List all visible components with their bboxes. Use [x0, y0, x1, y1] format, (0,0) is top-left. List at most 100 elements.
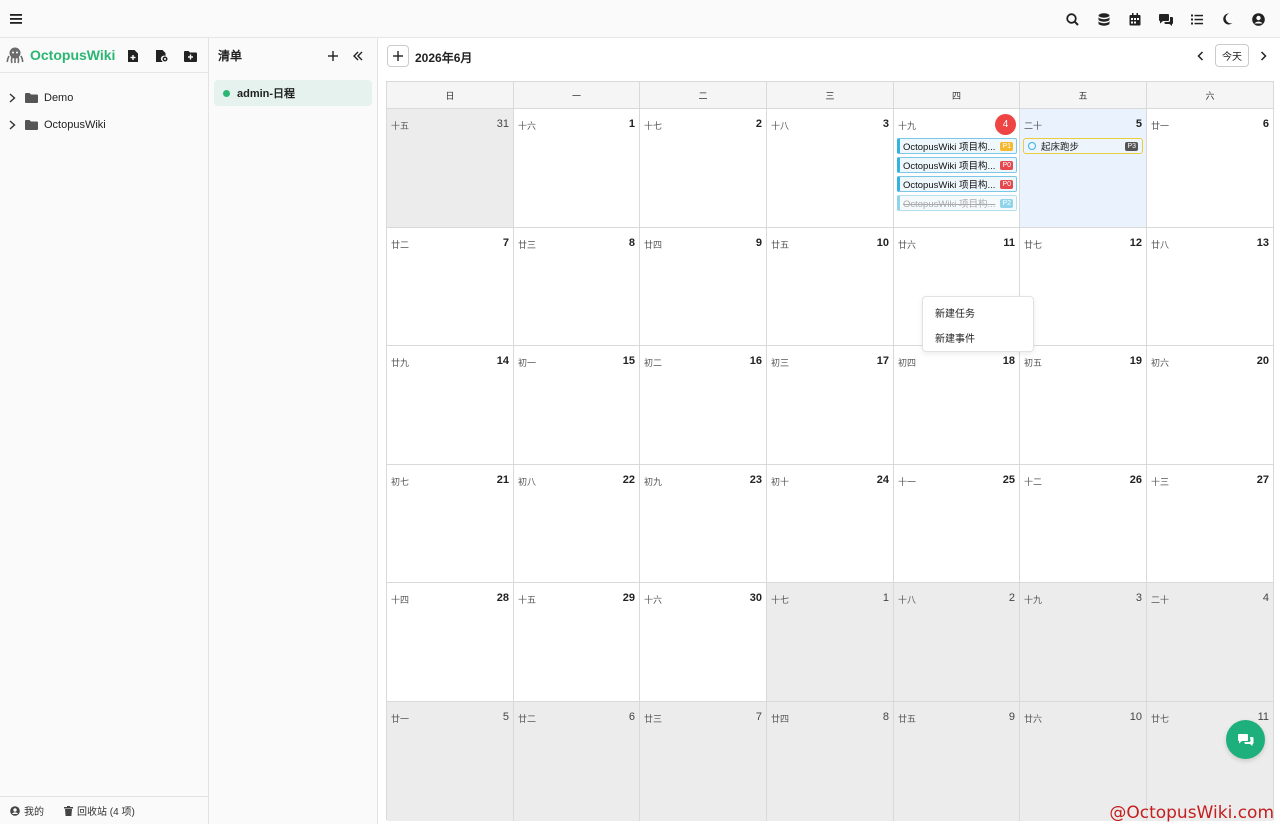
- user-icon[interactable]: [1243, 0, 1274, 38]
- day-cell[interactable]: 初六 20: [1147, 346, 1273, 465]
- date-number: 24: [876, 473, 889, 486]
- next-month-icon[interactable]: [1253, 46, 1273, 66]
- day-cell[interactable]: 初八 22: [514, 464, 640, 584]
- day-cell[interactable]: 初十 24: [767, 464, 894, 584]
- date-number: 8: [882, 711, 889, 723]
- date-number: 15: [622, 355, 635, 368]
- day-cell[interactable]: 初九 23: [640, 464, 767, 584]
- task-event[interactable]: OctopusWiki 项目构... P1: [897, 138, 1017, 154]
- list-item-admin-schedule[interactable]: admin-日程: [214, 80, 372, 106]
- collapse-panel-icon[interactable]: [348, 46, 368, 66]
- lunar-date: 十七: [644, 121, 663, 131]
- date-number: 17: [876, 355, 889, 368]
- folder-icon: [25, 119, 39, 130]
- day-cell[interactable]: 二十 5 起床跑步 P3: [1020, 109, 1147, 228]
- search-icon[interactable]: [1057, 0, 1088, 38]
- day-cell[interactable]: 廿二 7: [387, 227, 514, 347]
- chat-fab-button[interactable]: [1226, 720, 1265, 759]
- lunar-date: 廿八: [1151, 239, 1170, 250]
- dark-mode-icon[interactable]: [1212, 0, 1243, 38]
- day-cell[interactable]: 十九 4 OctopusWiki 项目构... P1 OctopusWiki 项目构..…: [894, 109, 1020, 228]
- day-cell[interactable]: 廿一 6: [1147, 109, 1273, 228]
- priority-badge: P0: [1000, 161, 1013, 170]
- list-icon[interactable]: [1181, 0, 1212, 38]
- calendar-icon[interactable]: [1119, 0, 1150, 38]
- date-number: 9: [1008, 711, 1015, 723]
- lunar-date: 十三: [1151, 476, 1170, 487]
- new-folder-icon[interactable]: [176, 46, 205, 66]
- date-number: 5: [1135, 118, 1142, 130]
- day-cell[interactable]: 十四 28: [387, 583, 514, 702]
- chevron-right-icon[interactable]: [9, 119, 21, 130]
- list-panel: 清单 admin-日程: [209, 38, 378, 824]
- new-file-settings-icon[interactable]: [147, 46, 176, 66]
- task-event[interactable]: OctopusWiki 项目构... P0: [897, 157, 1017, 173]
- day-cell[interactable]: 十二 26: [1020, 464, 1147, 584]
- chat-bubbles-icon: [1237, 733, 1253, 746]
- lunar-date: 十九: [898, 121, 917, 131]
- database-icon[interactable]: [1088, 0, 1119, 38]
- day-cell[interactable]: 十五 31: [387, 109, 514, 228]
- previous-month-icon[interactable]: [1190, 46, 1210, 66]
- day-cell[interactable]: 十九 3: [1020, 583, 1147, 702]
- chat-icon[interactable]: [1150, 0, 1181, 38]
- day-cell[interactable]: 廿九 14: [387, 346, 514, 465]
- list-color-dot: [223, 89, 230, 97]
- day-cell[interactable]: 十七 1: [767, 583, 894, 702]
- task-checkbox-icon[interactable]: [1028, 142, 1036, 150]
- task-event[interactable]: OctopusWiki 项目构... P0: [897, 176, 1017, 192]
- day-cell[interactable]: 廿五 9: [894, 702, 1020, 821]
- day-cell[interactable]: 廿二 6: [514, 702, 640, 821]
- priority-badge: P0: [1000, 180, 1013, 189]
- hamburger-menu-icon[interactable]: [6, 9, 26, 29]
- lunar-date: 廿三: [518, 239, 537, 250]
- my-button[interactable]: 我的: [10, 803, 44, 818]
- weekday-label: 二: [640, 82, 767, 108]
- day-cell[interactable]: 初二 16: [640, 346, 767, 465]
- today-button[interactable]: 今天: [1215, 44, 1249, 67]
- lunar-date: 二十: [1151, 595, 1170, 606]
- new-file-icon[interactable]: [118, 46, 147, 66]
- day-cell[interactable]: 初七 21: [387, 464, 514, 584]
- task-event[interactable]: OctopusWiki 项目构... P2: [897, 195, 1017, 211]
- day-cell[interactable]: 十八 3: [767, 109, 894, 228]
- sidebar: OctopusWiki Demo OctopusWiki 我的 回收站 (4 项…: [0, 38, 209, 824]
- day-cell[interactable]: 初四 18: [894, 346, 1020, 465]
- day-cell[interactable]: 十五 29: [514, 583, 640, 702]
- day-cell[interactable]: 二十 4: [1147, 583, 1273, 702]
- day-cell[interactable]: 廿七 12: [1020, 227, 1147, 347]
- day-cell[interactable]: 十一 25: [894, 464, 1020, 584]
- day-cell[interactable]: 初三 17: [767, 346, 894, 465]
- lunar-date: 十四: [391, 595, 410, 606]
- menu-item-new-task[interactable]: 新建任务: [923, 300, 1033, 325]
- day-cell[interactable]: 十六 30: [640, 583, 767, 702]
- sidebar-header: OctopusWiki: [0, 38, 208, 73]
- menu-item-new-event[interactable]: 新建事件: [923, 325, 1033, 350]
- day-cell[interactable]: 十六 1: [514, 109, 640, 228]
- add-list-icon[interactable]: [323, 46, 343, 66]
- day-cell[interactable]: 廿三 7: [640, 702, 767, 821]
- watermark: @OctopusWiki.com: [1109, 803, 1274, 823]
- day-cell[interactable]: 廿四 9: [640, 227, 767, 347]
- tree-item-octopuswiki[interactable]: OctopusWiki: [0, 111, 208, 138]
- trash-button[interactable]: 回收站 (4 项): [64, 803, 135, 818]
- add-event-button[interactable]: [387, 45, 409, 67]
- task-event[interactable]: 起床跑步 P3: [1023, 138, 1143, 154]
- day-cell[interactable]: 廿一 5: [387, 702, 514, 821]
- date-number: 11: [1257, 711, 1269, 723]
- day-cell[interactable]: 廿三 8: [514, 227, 640, 347]
- tree-item-demo[interactable]: Demo: [0, 84, 208, 111]
- day-cell[interactable]: 廿八 13: [1147, 227, 1273, 347]
- date-number: 8: [628, 236, 635, 249]
- day-cell[interactable]: 廿四 8: [767, 702, 894, 821]
- day-cell[interactable]: 初一 15: [514, 346, 640, 465]
- brand-name[interactable]: OctopusWiki: [30, 47, 115, 63]
- day-cell[interactable]: 十三 27: [1147, 464, 1273, 584]
- chevron-right-icon[interactable]: [9, 92, 21, 103]
- day-cell[interactable]: 初五 19: [1020, 346, 1147, 465]
- day-cell[interactable]: 廿五 10: [767, 227, 894, 347]
- day-cell[interactable]: 十八 2: [894, 583, 1020, 702]
- my-label: 我的: [24, 807, 44, 818]
- day-cell[interactable]: 十七 2: [640, 109, 767, 228]
- lunar-date: 十六: [518, 121, 537, 131]
